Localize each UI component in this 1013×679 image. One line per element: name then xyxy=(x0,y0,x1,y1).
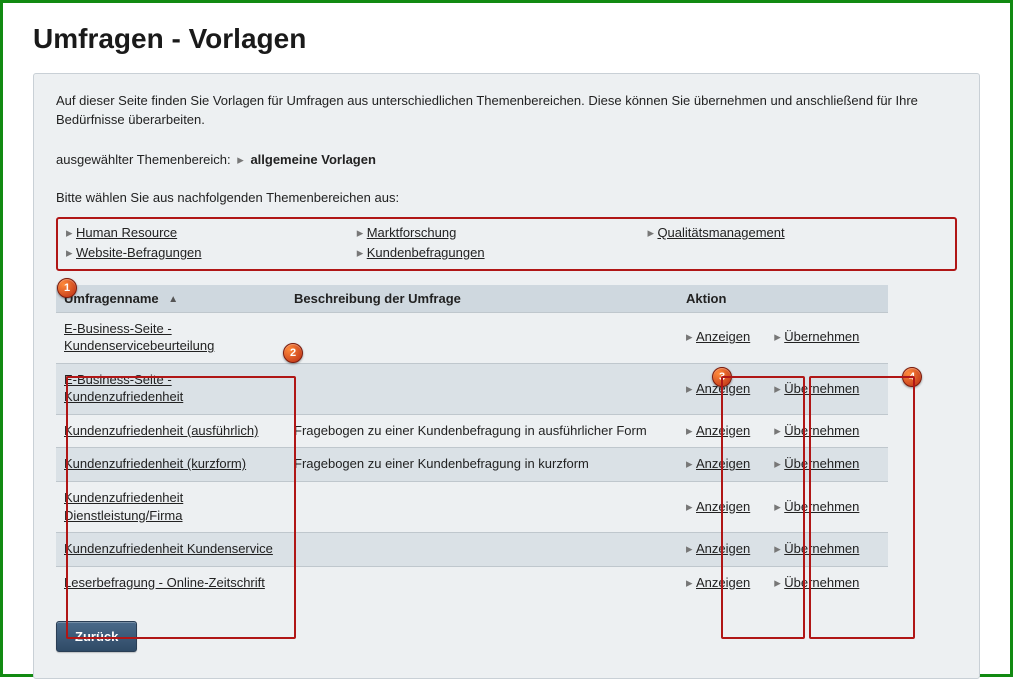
caret-right-icon: ▸ xyxy=(774,498,784,516)
show-link[interactable]: Anzeigen xyxy=(696,423,750,438)
template-desc: Fragebogen zu einer Kundenbefragung in k… xyxy=(286,448,678,482)
caret-right-icon: ▸ xyxy=(357,225,367,241)
topic-area-box: ▸Human Resource ▸Website-Befragungen ▸Ma… xyxy=(56,217,957,271)
apply-link[interactable]: Übernehmen xyxy=(784,456,859,471)
apply-link[interactable]: Übernehmen xyxy=(784,541,859,556)
table-row: E-Business-Seite - Kundenzufriedenheit▸A… xyxy=(56,363,888,414)
template-name-link[interactable]: Kundenzufriedenheit Dienstleistung/Firma xyxy=(64,489,278,524)
caret-right-icon: ▸ xyxy=(774,574,784,592)
apply-link[interactable]: Übernehmen xyxy=(784,423,859,438)
col-header-name-label: Umfragenname xyxy=(64,291,159,306)
col-header-name[interactable]: Umfragenname ▲ xyxy=(56,285,286,313)
table-row: E-Business-Seite - Kundenservicebeurteil… xyxy=(56,312,888,363)
table-row: Kundenzufriedenheit Kundenservice▸Anzeig… xyxy=(56,533,888,567)
template-name-link[interactable]: Kundenzufriedenheit (kurzform) xyxy=(64,455,246,473)
topic-link[interactable]: Website-Befragungen xyxy=(76,245,202,260)
caret-right-icon: ▸ xyxy=(686,380,696,398)
template-desc xyxy=(286,363,678,414)
caret-right-icon: ▸ xyxy=(686,422,696,440)
app-frame: Umfragen - Vorlagen Auf dieser Seite fin… xyxy=(0,0,1013,677)
template-desc xyxy=(286,533,678,567)
template-desc xyxy=(286,312,678,363)
caret-right-icon: ▸ xyxy=(774,328,784,346)
show-link[interactable]: Anzeigen xyxy=(696,329,750,344)
topic-link[interactable]: Kundenbefragungen xyxy=(367,245,485,260)
caret-right-icon: ▸ xyxy=(66,225,76,241)
show-link[interactable]: Anzeigen xyxy=(696,541,750,556)
caret-right-icon: ▸ xyxy=(774,422,784,440)
selected-topic: ausgewählter Themenbereich: ▸ allgemeine… xyxy=(56,152,957,168)
template-name-link[interactable]: Kundenzufriedenheit (ausführlich) xyxy=(64,422,258,440)
caret-right-icon: ▸ xyxy=(774,455,784,473)
caret-right-icon: ▸ xyxy=(66,245,76,261)
table-row: Kundenzufriedenheit (kurzform) Fragebogen… xyxy=(56,448,888,482)
caret-right-icon: ▸ xyxy=(686,455,696,473)
apply-link[interactable]: Übernehmen xyxy=(784,499,859,514)
page-title: Umfragen - Vorlagen xyxy=(33,23,980,55)
template-name-link[interactable]: E-Business-Seite - Kundenzufriedenheit xyxy=(64,371,278,406)
show-link[interactable]: Anzeigen xyxy=(696,575,750,590)
caret-right-icon: ▸ xyxy=(357,245,367,261)
table-row: Leserbefragung - Online-Zeitschrift▸Anze… xyxy=(56,566,888,599)
show-link[interactable]: Anzeigen xyxy=(696,499,750,514)
topic-link[interactable]: Marktforschung xyxy=(367,225,457,240)
caret-right-icon: ▸ xyxy=(237,152,244,168)
caret-right-icon: ▸ xyxy=(686,328,696,346)
template-name-link[interactable]: Leserbefragung - Online-Zeitschrift xyxy=(64,574,265,592)
back-button[interactable]: Zurück xyxy=(56,621,137,652)
caret-right-icon: ▸ xyxy=(686,498,696,516)
topic-link[interactable]: Human Resource xyxy=(76,225,177,240)
selected-label: ausgewählter Themenbereich: xyxy=(56,152,231,167)
annotation-badge-4: 4 xyxy=(902,367,922,387)
apply-link[interactable]: Übernehmen xyxy=(784,381,859,396)
caret-right-icon: ▸ xyxy=(686,540,696,558)
template-desc xyxy=(286,566,678,599)
intro-text: Auf dieser Seite finden Sie Vorlagen für… xyxy=(56,92,957,130)
table-row: Kundenzufriedenheit (ausführlich) Fragebo… xyxy=(56,414,888,448)
template-desc xyxy=(286,481,678,532)
content-panel: Auf dieser Seite finden Sie Vorlagen für… xyxy=(33,73,980,679)
caret-right-icon: ▸ xyxy=(686,574,696,592)
col-header-action[interactable]: Aktion xyxy=(678,285,888,313)
topic-link[interactable]: Qualitätsmanagement xyxy=(657,225,784,240)
caret-right-icon: ▸ xyxy=(774,380,784,398)
templates-table: Umfragenname ▲ Beschreibung der Umfrage … xyxy=(56,285,888,599)
caret-right-icon: ▸ xyxy=(647,225,657,241)
apply-link[interactable]: Übernehmen xyxy=(784,329,859,344)
col-header-desc[interactable]: Beschreibung der Umfrage xyxy=(286,285,678,313)
apply-link[interactable]: Übernehmen xyxy=(784,575,859,590)
table-row: Kundenzufriedenheit Dienstleistung/Firma… xyxy=(56,481,888,532)
caret-right-icon: ▸ xyxy=(774,540,784,558)
topic-prompt: Bitte wählen Sie aus nachfolgenden Theme… xyxy=(56,190,957,205)
template-name-link[interactable]: E-Business-Seite - Kundenservicebeurteil… xyxy=(64,320,278,355)
template-desc: Fragebogen zu einer Kundenbefragung in a… xyxy=(286,414,678,448)
topic-list: ▸Human Resource ▸Website-Befragungen ▸Ma… xyxy=(66,223,947,263)
show-link[interactable]: Anzeigen xyxy=(696,381,750,396)
sort-asc-icon: ▲ xyxy=(168,294,178,305)
selected-value: allgemeine Vorlagen xyxy=(250,152,375,167)
template-name-link[interactable]: Kundenzufriedenheit Kundenservice xyxy=(64,540,273,558)
show-link[interactable]: Anzeigen xyxy=(696,456,750,471)
